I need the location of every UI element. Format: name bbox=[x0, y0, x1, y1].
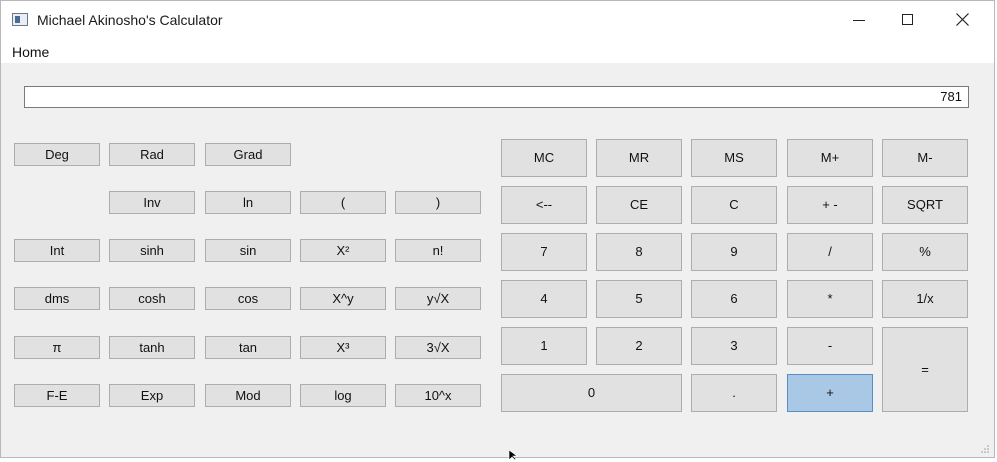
inv-button[interactable]: Inv bbox=[109, 191, 195, 214]
cube-root-button[interactable]: 3√X bbox=[395, 336, 481, 359]
mc-button[interactable]: MC bbox=[501, 139, 587, 177]
digit-6-button[interactable]: 6 bbox=[691, 280, 777, 318]
exp-button[interactable]: Exp bbox=[109, 384, 195, 407]
cosh-button[interactable]: cosh bbox=[109, 287, 195, 310]
factorial-button[interactable]: n! bbox=[395, 239, 481, 262]
equals-button[interactable]: = bbox=[882, 327, 968, 412]
ln-button[interactable]: ln bbox=[205, 191, 291, 214]
y-root-x-button[interactable]: y√X bbox=[395, 287, 481, 310]
close-button[interactable] bbox=[940, 1, 986, 39]
resize-grip-icon[interactable] bbox=[980, 444, 990, 454]
digit-1-button[interactable]: 1 bbox=[501, 327, 587, 365]
divide-button[interactable]: / bbox=[787, 233, 873, 271]
open-paren-button[interactable]: ( bbox=[300, 191, 386, 214]
menu-home[interactable]: Home bbox=[12, 44, 49, 60]
m-minus-button[interactable]: M- bbox=[882, 139, 968, 177]
dms-button[interactable]: dms bbox=[14, 287, 100, 310]
decimal-button[interactable]: . bbox=[691, 374, 777, 412]
plus-button[interactable]: + bbox=[787, 374, 873, 412]
int-button[interactable]: Int bbox=[14, 239, 100, 262]
sinh-button[interactable]: sinh bbox=[109, 239, 195, 262]
window-title: Michael Akinosho's Calculator bbox=[37, 12, 223, 28]
ms-button[interactable]: MS bbox=[691, 139, 777, 177]
app-icon bbox=[12, 13, 28, 26]
ten-pow-x-button[interactable]: 10^x bbox=[395, 384, 481, 407]
plus-minus-button[interactable]: + - bbox=[787, 186, 873, 224]
tan-button[interactable]: tan bbox=[205, 336, 291, 359]
calculator-window: Michael Akinosho's Calculator Home 781 D… bbox=[0, 0, 995, 458]
grad-button[interactable]: Grad bbox=[205, 143, 291, 166]
backspace-button[interactable]: <-- bbox=[501, 186, 587, 224]
digit-9-button[interactable]: 9 bbox=[691, 233, 777, 271]
m-plus-button[interactable]: M+ bbox=[787, 139, 873, 177]
digit-4-button[interactable]: 4 bbox=[501, 280, 587, 318]
cos-button[interactable]: cos bbox=[205, 287, 291, 310]
multiply-button[interactable]: * bbox=[787, 280, 873, 318]
digit-7-button[interactable]: 7 bbox=[501, 233, 587, 271]
x-cubed-button[interactable]: X³ bbox=[300, 336, 386, 359]
mouse-cursor-icon bbox=[508, 449, 518, 461]
minus-button[interactable]: - bbox=[787, 327, 873, 365]
maximize-button[interactable] bbox=[885, 1, 931, 39]
close-paren-button[interactable]: ) bbox=[395, 191, 481, 214]
digit-5-button[interactable]: 5 bbox=[596, 280, 682, 318]
minimize-button[interactable] bbox=[837, 1, 883, 39]
digit-0-button[interactable]: 0 bbox=[501, 374, 682, 412]
result-display: 781 bbox=[24, 86, 969, 108]
ce-button[interactable]: CE bbox=[596, 186, 682, 224]
sin-button[interactable]: sin bbox=[205, 239, 291, 262]
log-button[interactable]: log bbox=[300, 384, 386, 407]
x-pow-y-button[interactable]: X^y bbox=[300, 287, 386, 310]
sqrt-button[interactable]: SQRT bbox=[882, 186, 968, 224]
fe-button[interactable]: F-E bbox=[14, 384, 100, 407]
mod-button[interactable]: Mod bbox=[205, 384, 291, 407]
close-icon bbox=[956, 13, 969, 26]
reciprocal-button[interactable]: 1/x bbox=[882, 280, 968, 318]
tanh-button[interactable]: tanh bbox=[109, 336, 195, 359]
digit-2-button[interactable]: 2 bbox=[596, 327, 682, 365]
mr-button[interactable]: MR bbox=[596, 139, 682, 177]
digit-8-button[interactable]: 8 bbox=[596, 233, 682, 271]
minimize-icon bbox=[853, 20, 865, 21]
deg-button[interactable]: Deg bbox=[14, 143, 100, 166]
percent-button[interactable]: % bbox=[882, 233, 968, 271]
maximize-icon bbox=[902, 14, 913, 25]
rad-button[interactable]: Rad bbox=[109, 143, 195, 166]
pi-button[interactable]: π bbox=[14, 336, 100, 359]
x-squared-button[interactable]: X² bbox=[300, 239, 386, 262]
title-bar[interactable]: Michael Akinosho's Calculator bbox=[1, 1, 994, 39]
clear-button[interactable]: C bbox=[691, 186, 777, 224]
menu-bar: Home bbox=[1, 39, 994, 63]
digit-3-button[interactable]: 3 bbox=[691, 327, 777, 365]
